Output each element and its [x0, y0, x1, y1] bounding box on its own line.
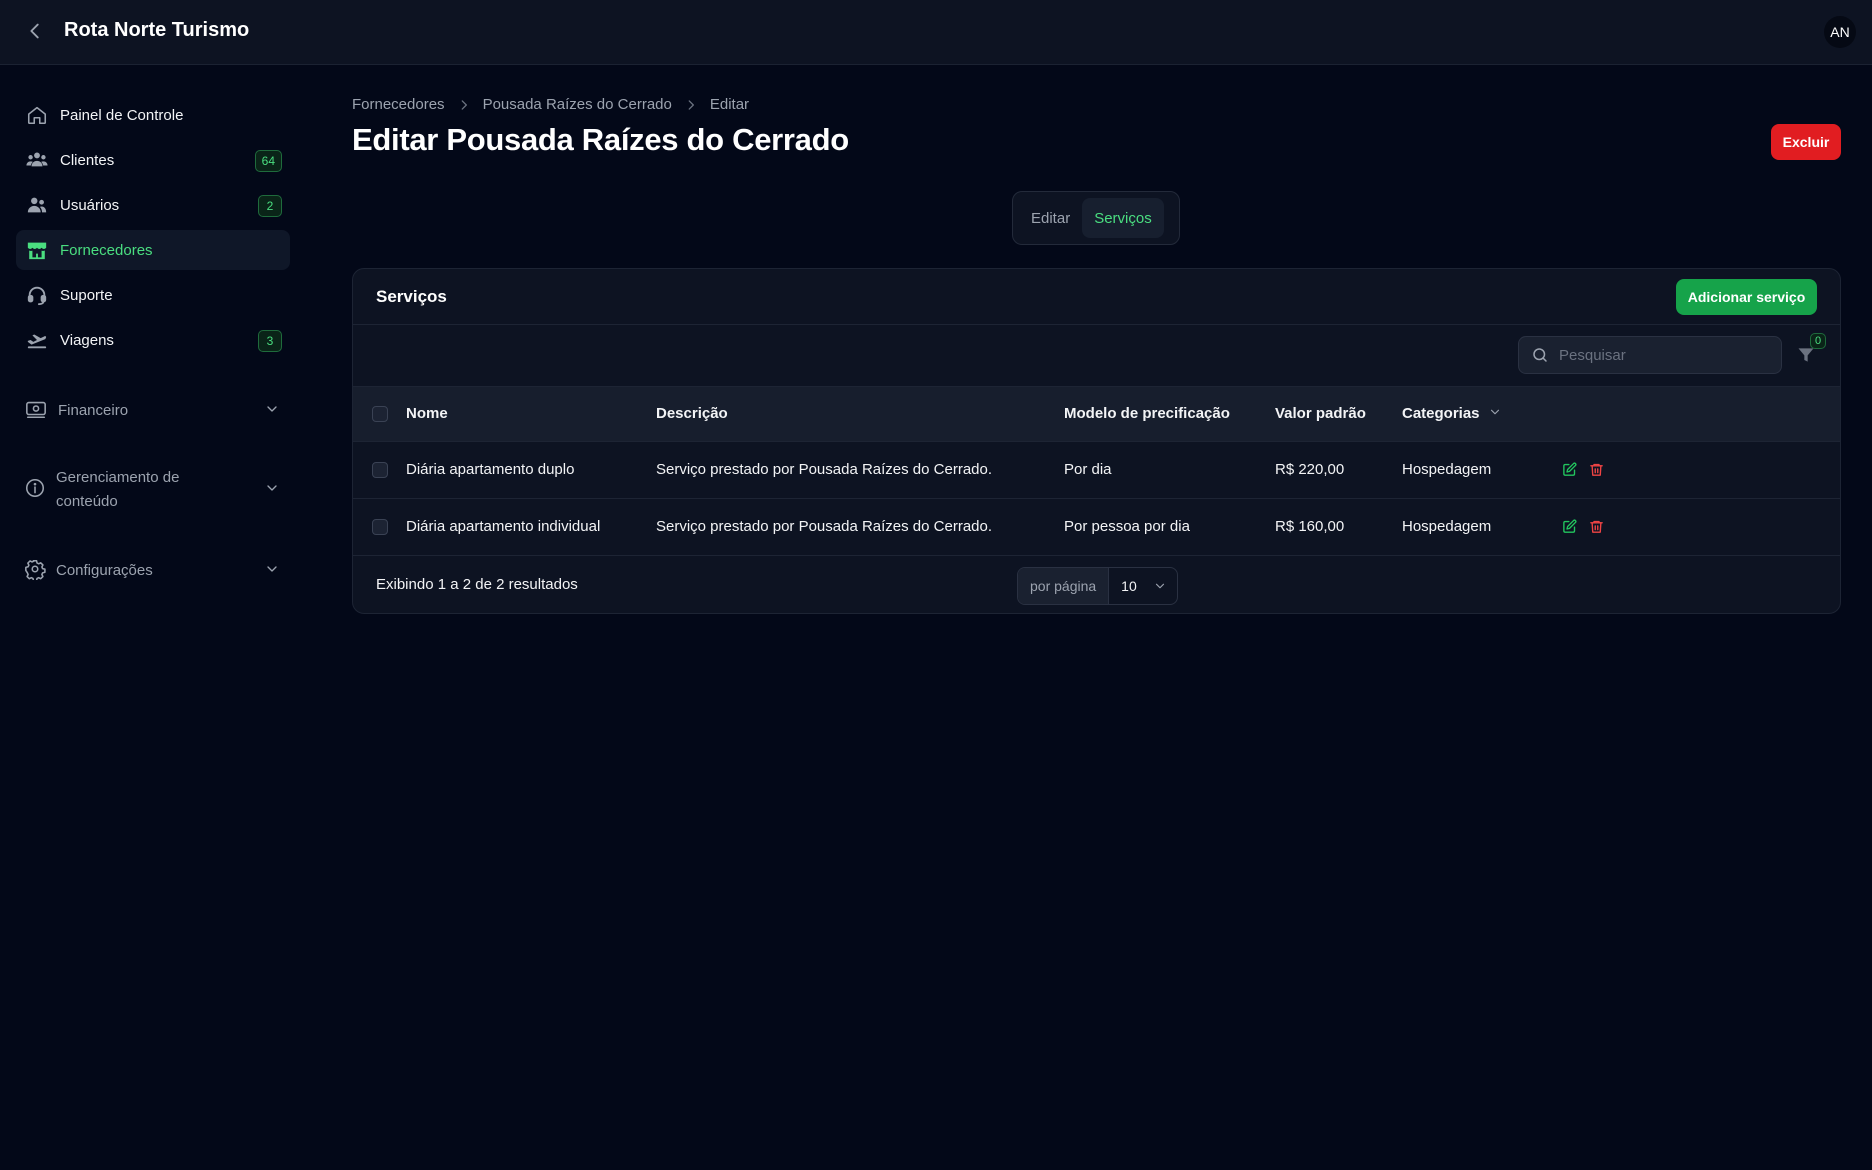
sidebar-item-usuarios[interactable]: Usuários 2 [16, 185, 290, 225]
count-badge: 2 [258, 195, 282, 217]
sidebar-item-label: Clientes [60, 151, 115, 169]
sidebar-item-label: Painel de Controle [60, 106, 184, 124]
row-checkbox[interactable] [372, 519, 388, 536]
table-toolbar: 0 [353, 325, 1840, 387]
airplane-icon [24, 327, 50, 353]
card-header: Serviços Adicionar serviço [353, 269, 1840, 325]
per-page-label: por página [1018, 568, 1110, 604]
sidebar-group-configuracoes[interactable]: Configurações [16, 558, 290, 584]
users-group-icon [24, 147, 50, 173]
tab-servicos[interactable]: Serviços [1082, 198, 1164, 238]
storefront-icon [24, 237, 50, 263]
cell-categoria: Hospedagem [1402, 518, 1492, 536]
row-actions [1562, 519, 1840, 534]
sidebar-group-label: Configurações [56, 562, 153, 579]
app-title: Rota Norte Turismo [64, 19, 250, 41]
chevron-down-icon [264, 401, 280, 421]
per-page-control: por página 10 [1017, 567, 1178, 605]
select-all-checkbox[interactable] [372, 406, 388, 423]
per-page-select[interactable]: 10 [1109, 578, 1177, 594]
home-icon [24, 102, 50, 128]
add-service-button[interactable]: Adicionar serviço [1676, 279, 1817, 315]
breadcrumb-link-fornecedores[interactable]: Fornecedores [352, 96, 445, 113]
back-arrow-icon[interactable] [24, 20, 46, 42]
avatar[interactable]: AN [1824, 16, 1856, 48]
sidebar-item-label: Usuários [60, 196, 120, 214]
cell-nome: Diária apartamento duplo [406, 461, 575, 478]
chevron-right-icon [457, 98, 471, 112]
page-title: Editar Pousada Raízes do Cerrado [352, 122, 849, 157]
table-footer: Exibindo 1 a 2 de 2 resultados por págin… [353, 555, 1840, 613]
cell-descricao: Serviço prestado por Pousada Raízes do C… [656, 461, 993, 478]
banknote-icon [24, 398, 48, 424]
table-header-row: Nome Descrição Modelo de precificação Va… [353, 387, 1840, 441]
breadcrumb-link-pousada[interactable]: Pousada Raízes do Cerrado [483, 96, 672, 113]
cell-valor: R$ 160,00 [1275, 518, 1345, 536]
chevron-down-icon [1488, 405, 1502, 423]
column-header-modelo[interactable]: Modelo de precificação [1064, 387, 1275, 441]
search-box [1518, 336, 1782, 374]
sidebar-item-suporte[interactable]: Suporte [16, 275, 290, 315]
column-header-valor[interactable]: Valor padrão [1275, 387, 1402, 441]
results-summary: Exibindo 1 a 2 de 2 resultados [376, 576, 578, 593]
cell-modelo: Por dia [1064, 461, 1112, 478]
services-table: Nome Descrição Modelo de precificação Va… [353, 387, 1840, 555]
edit-icon[interactable] [1562, 462, 1577, 477]
breadcrumb: Fornecedores Pousada Raízes do Cerrado E… [352, 96, 749, 113]
sidebar-item-clientes[interactable]: Clientes 64 [16, 140, 290, 180]
breadcrumb-current: Editar [709, 96, 750, 113]
count-badge: 64 [254, 150, 282, 172]
column-header-categorias[interactable]: Categorias [1402, 387, 1562, 441]
sidebar-item-label: Fornecedores [60, 241, 153, 259]
cell-modelo: Por pessoa por dia [1064, 518, 1190, 536]
column-header-nome[interactable]: Nome [406, 387, 656, 441]
delete-button[interactable]: Excluir [1771, 124, 1841, 160]
sidebar-item-label: Suporte [60, 286, 113, 304]
headset-icon [24, 282, 50, 308]
table-row[interactable]: Diária apartamento duplo Serviço prestad… [353, 441, 1840, 498]
table-row[interactable]: Diária apartamento individual Serviço pr… [353, 498, 1840, 555]
edit-icon[interactable] [1562, 519, 1577, 534]
tabs: Editar Serviços [1012, 191, 1180, 245]
info-icon [24, 477, 46, 503]
trash-icon[interactable] [1589, 519, 1604, 534]
cell-valor: R$ 220,00 [1275, 461, 1345, 478]
sidebar-group-conteudo[interactable]: Gerenciamento de conteúdo [16, 466, 290, 514]
column-header-descricao[interactable]: Descrição [656, 387, 1064, 441]
sidebar-group-financeiro[interactable]: Financeiro [16, 398, 290, 424]
filter-count-badge: 0 [1810, 333, 1826, 349]
row-actions [1562, 462, 1840, 477]
chevron-right-icon [684, 98, 698, 112]
search-icon [1531, 346, 1549, 364]
services-card: Serviços Adicionar serviço 0 Nome Descri… [352, 268, 1841, 614]
per-page-value: 10 [1121, 578, 1137, 594]
chevron-down-icon [1153, 579, 1167, 593]
top-bar: Rota Norte Turismo AN [0, 0, 1872, 65]
chevron-down-icon [264, 561, 280, 581]
search-input[interactable] [1559, 346, 1759, 364]
tab-editar[interactable]: Editar [1019, 198, 1082, 238]
chevron-down-icon [264, 480, 280, 500]
column-header-label: Categorias [1402, 404, 1480, 422]
gear-icon [24, 558, 46, 584]
sidebar-item-viagens[interactable]: Viagens 3 [16, 320, 290, 360]
count-badge: 3 [258, 330, 282, 352]
row-checkbox[interactable] [372, 462, 388, 479]
sidebar-item-label: Viagens [60, 331, 114, 349]
trash-icon[interactable] [1589, 462, 1604, 477]
sidebar-item-painel[interactable]: Painel de Controle [16, 95, 290, 135]
sidebar-group-label: Financeiro [58, 402, 129, 419]
cell-descricao: Serviço prestado por Pousada Raízes do C… [656, 518, 993, 536]
sidebar-group-label: Gerenciamento de conteúdo [56, 469, 180, 510]
sidebar-item-fornecedores[interactable]: Fornecedores [16, 230, 290, 270]
cell-categoria: Hospedagem [1402, 461, 1492, 478]
card-title: Serviços [376, 287, 447, 306]
cell-nome: Diária apartamento individual [406, 518, 601, 536]
sidebar: Painel de Controle Clientes 64 Usuários … [16, 95, 290, 365]
users-icon [24, 192, 50, 218]
